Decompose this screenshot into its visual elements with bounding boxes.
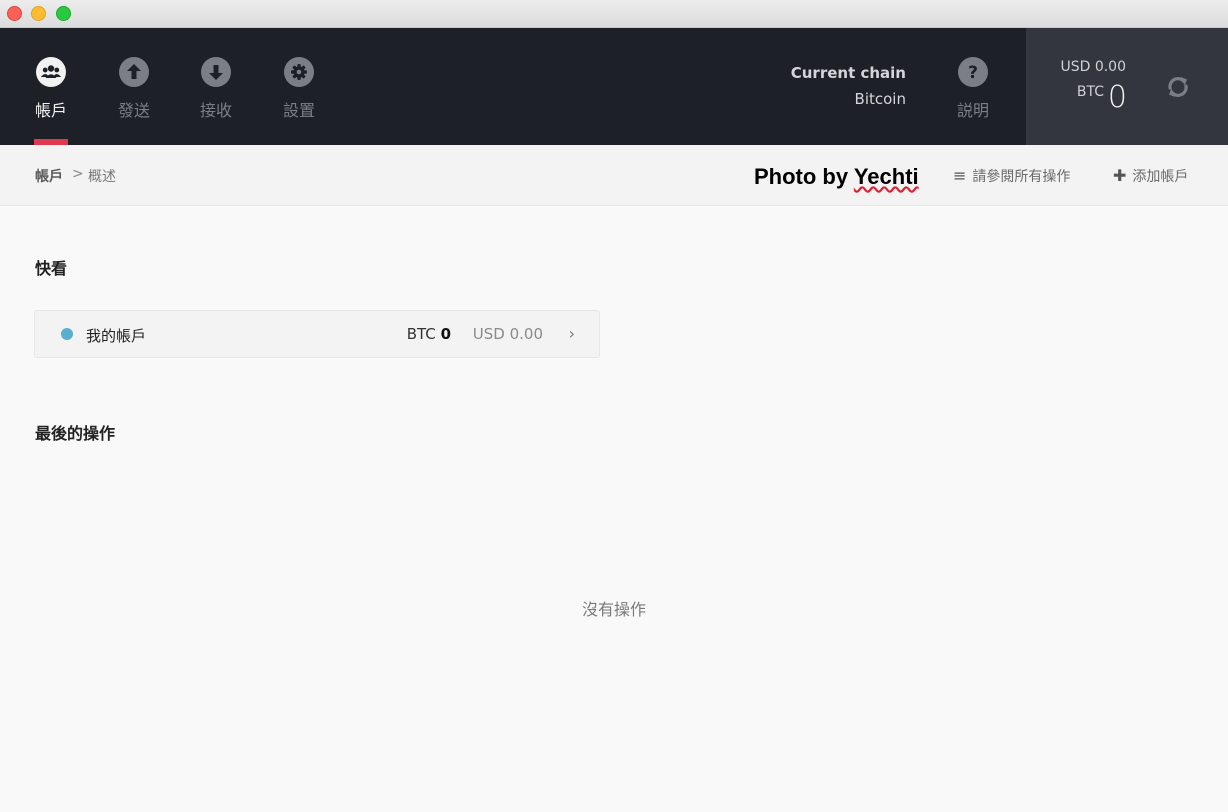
plus-icon: ✚ <box>1113 166 1127 185</box>
question-icon: ? <box>958 57 988 87</box>
minimize-window-button[interactable] <box>31 6 46 21</box>
current-chain-value[interactable]: Bitcoin <box>855 90 906 108</box>
menu-icon: ≡ <box>953 166 967 185</box>
photo-credit-name: Yechti <box>853 164 919 189</box>
breadcrumb-current: 概述 <box>88 169 116 185</box>
balance-btc-value: 0 <box>1107 80 1127 115</box>
users-icon <box>36 57 66 87</box>
gear-icon <box>284 57 314 87</box>
account-color-dot <box>61 328 73 340</box>
nav-accounts[interactable]: 帳戶 <box>16 28 86 145</box>
current-chain-title: Current chain <box>790 64 906 82</box>
photo-credit-prefix: Photo by <box>754 164 849 189</box>
photo-credit: Photo by Yechti <box>754 164 919 190</box>
account-name: 我的帳戶 <box>86 327 147 345</box>
window-titlebar <box>0 0 1228 28</box>
add-account-label: 添加帳戶 <box>1132 169 1189 185</box>
nav-help[interactable]: ? 説明 <box>938 28 1008 145</box>
zoom-window-button[interactable] <box>56 6 71 21</box>
top-navigation: 帳戶 發送 接收 設置 Current chain Bitcoin ? 説明 U… <box>0 28 1228 145</box>
recent-operations-title: 最後的操作 <box>35 424 116 443</box>
account-usd-balance: USD 0.00 <box>472 325 543 343</box>
account-btc-value: 0 <box>440 325 451 343</box>
nav-settings[interactable]: 設置 <box>264 28 334 145</box>
arrow-up-icon <box>119 57 149 87</box>
breadcrumb-separator: > <box>72 166 84 182</box>
no-operations-message: 沒有操作 <box>581 600 646 619</box>
view-all-operations-label: 請參閱所有操作 <box>972 169 1071 185</box>
nav-settings-label: 設置 <box>282 101 315 120</box>
nav-accounts-label: 帳戶 <box>34 101 67 120</box>
balance-btc-label: BTC <box>1076 84 1104 100</box>
refresh-icon[interactable] <box>1164 73 1192 101</box>
quick-view-title: 快看 <box>35 259 68 278</box>
account-btc-balance: BTC 0 <box>407 325 451 343</box>
breadcrumb-root[interactable]: 帳戶 <box>35 166 63 186</box>
breadcrumb-bar: 帳戶 > 概述 Photo by Yechti ≡ 請參閱所有操作 ✚ 添加帳戶 <box>0 145 1228 206</box>
view-all-operations-button[interactable]: ≡ 請參閱所有操作 <box>953 166 1070 186</box>
close-window-button[interactable] <box>7 6 22 21</box>
chevron-right-icon: › <box>568 324 575 343</box>
nav-receive[interactable]: 接收 <box>181 28 251 145</box>
arrow-down-icon <box>201 57 231 87</box>
nav-send[interactable]: 發送 <box>99 28 169 145</box>
svg-text:?: ? <box>968 63 978 83</box>
balance-usd: USD 0.00 <box>1060 59 1126 75</box>
account-btc-label: BTC <box>406 325 436 343</box>
nav-receive-label: 接收 <box>199 101 232 120</box>
account-row[interactable]: 我的帳戶 BTC 0 USD 0.00 › <box>34 310 600 358</box>
nav-send-label: 發送 <box>117 101 150 120</box>
balance-panel: USD 0.00 BTC 0 <box>1026 28 1228 145</box>
add-account-button[interactable]: ✚ 添加帳戶 <box>1113 166 1188 186</box>
nav-help-label: 説明 <box>956 101 989 120</box>
